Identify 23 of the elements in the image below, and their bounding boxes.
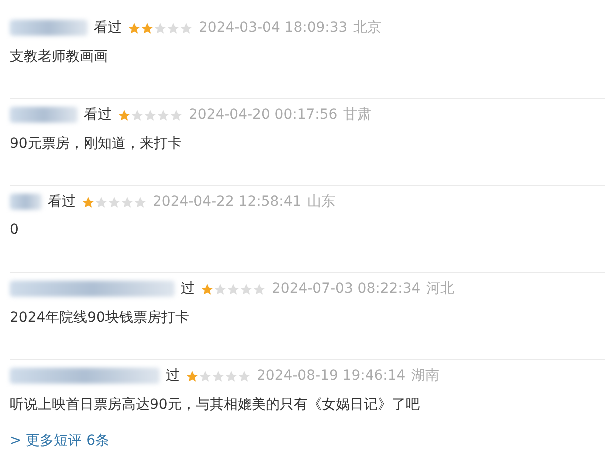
watched-status: 看过	[48, 193, 76, 211]
comment-time: 2024-04-20 00:17:56	[189, 107, 338, 123]
comment-time: 2024-07-03 08:22:34	[272, 281, 421, 297]
comment-time: 2024-04-22 12:58:41	[153, 194, 302, 210]
watched-status: 过	[181, 280, 195, 298]
comment-location: 河北	[426, 280, 455, 298]
watched-status: 看过	[94, 19, 122, 37]
comment-location: 甘肃	[344, 106, 372, 124]
blurred-username	[10, 107, 78, 123]
comment-time: 2024-08-19 19:46:14	[257, 368, 406, 384]
comment-text: 2024年院线90块钱票房打卡	[10, 309, 190, 327]
comment-text: 听说上映首日票房高达90元，与其相媲美的只有《女娲日记》了吧	[10, 396, 421, 414]
blurred-username	[10, 194, 42, 210]
watched-status: 过	[166, 367, 180, 385]
comment-text: 支教老师教画画	[10, 48, 109, 66]
comment-text: 0	[10, 222, 20, 238]
comment-location: 湖南	[412, 367, 440, 385]
comment-location: 北京	[354, 19, 382, 37]
comment-location: 山东	[308, 193, 336, 211]
watched-status: 看过	[84, 106, 112, 124]
comment-text: 90元票房，刚知道，来打卡	[10, 135, 183, 153]
more-comments-link[interactable]: > 更多短评 6条	[10, 432, 110, 450]
comment-time: 2024-03-04 18:09:33	[199, 20, 348, 36]
